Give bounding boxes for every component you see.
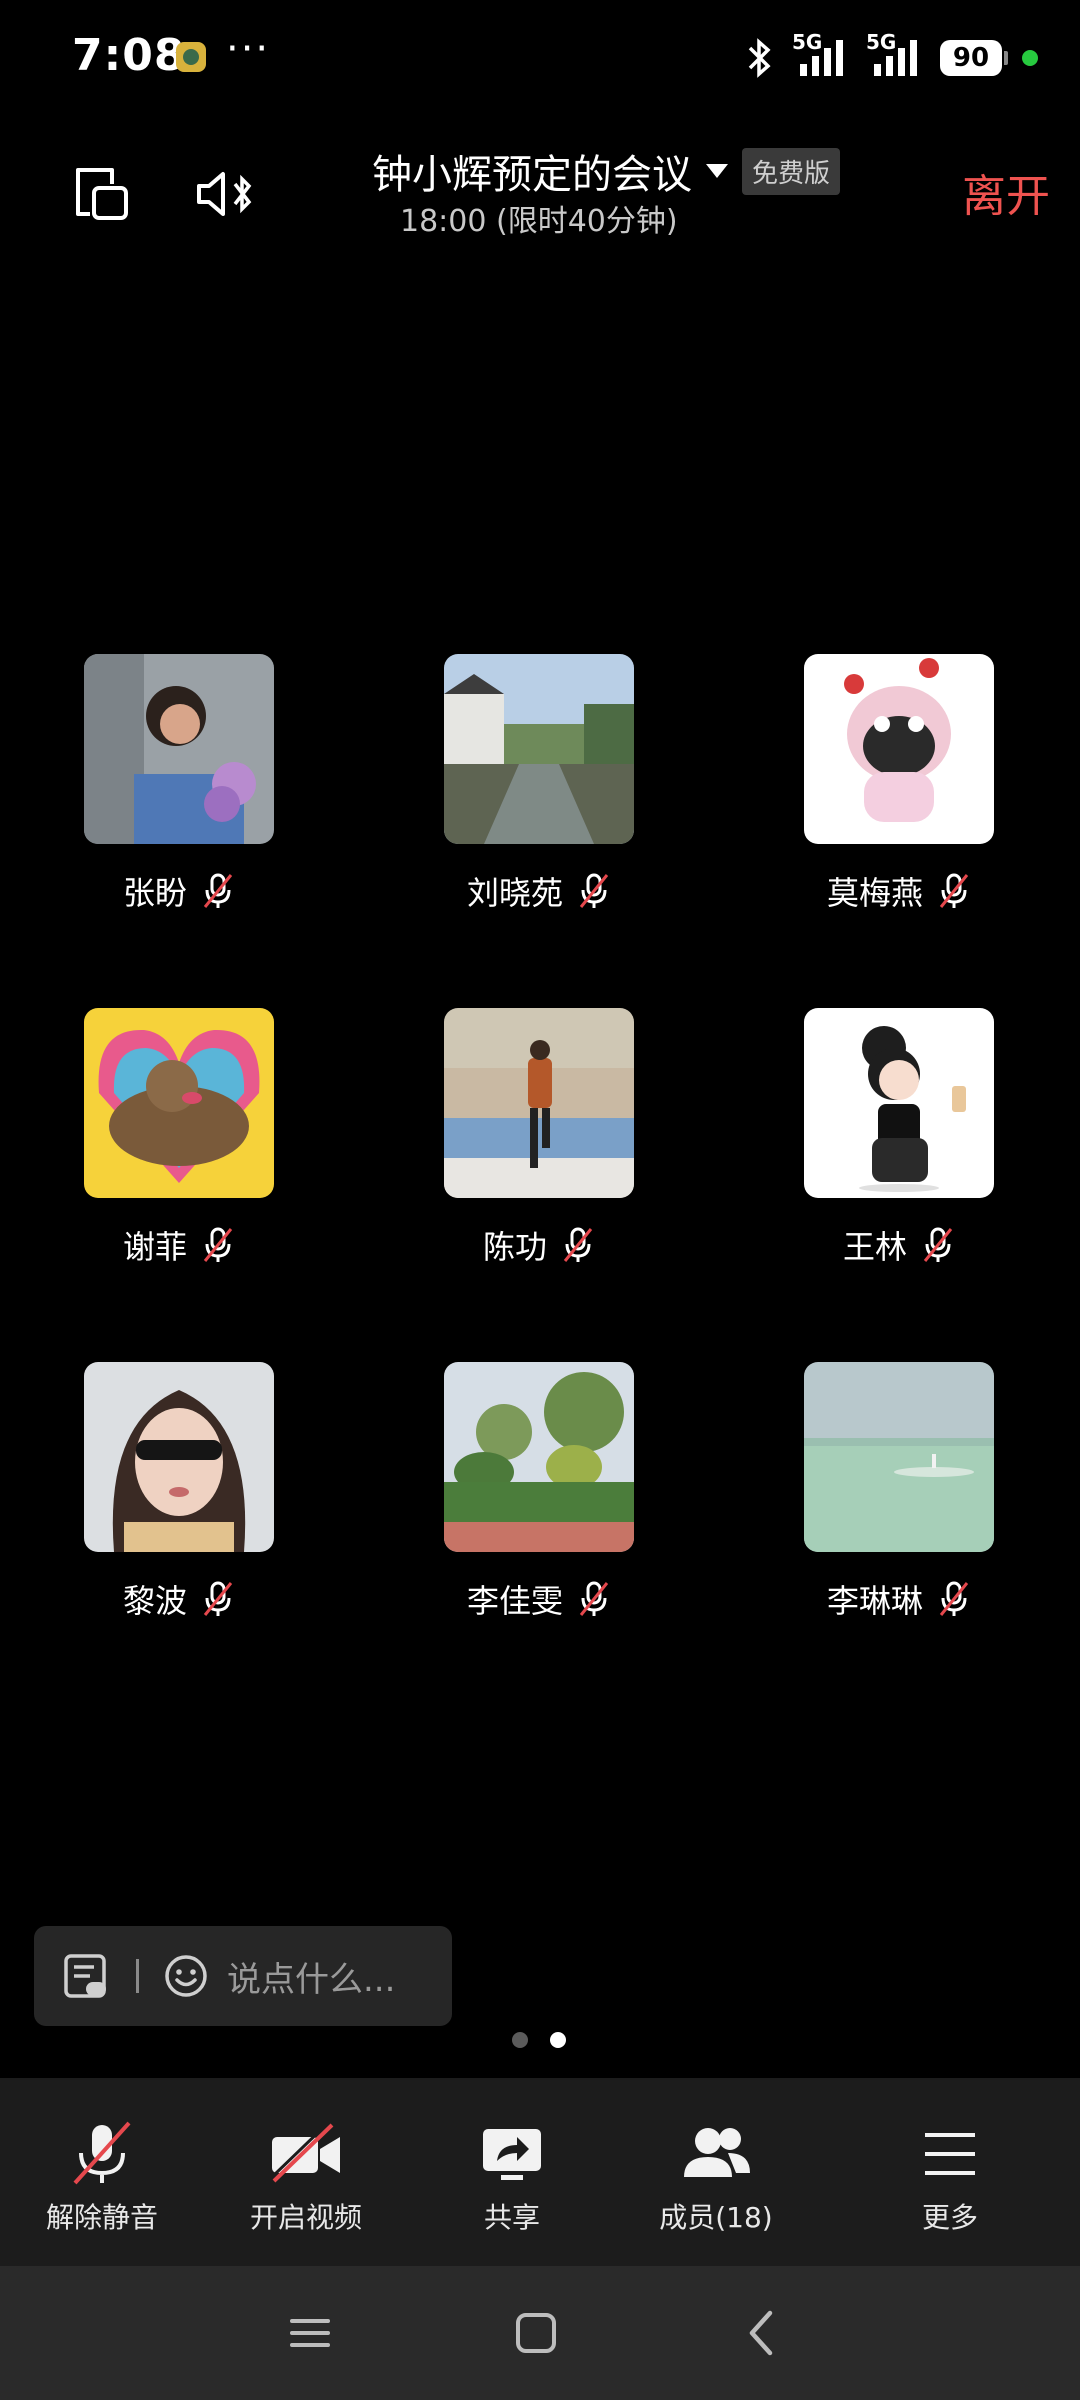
menu-icon	[925, 2133, 975, 2175]
participant-name: 刘晓苑	[466, 874, 563, 912]
start-video-label: 开启视频	[249, 2201, 362, 2234]
mic-muted-icon	[203, 1227, 233, 1262]
mic-muted-icon	[203, 1581, 233, 1616]
participant-tile[interactable]: 李佳雯	[402, 1362, 672, 1662]
unmute-label: 解除静音	[45, 2201, 158, 2234]
privacy-indicator-dot	[1022, 50, 1038, 66]
more-label: 更多	[921, 2201, 978, 2234]
more-notifications-icon: ···	[226, 26, 271, 72]
signal-5g-2-icon: 5G	[866, 30, 926, 80]
app-notification-icon	[176, 42, 206, 72]
participant-tile[interactable]: 陈功	[402, 1008, 672, 1308]
participant-tile[interactable]: 王林	[762, 1008, 1032, 1308]
floating-window-icon	[76, 168, 128, 220]
share-screen-icon	[483, 2129, 541, 2180]
participant-tile[interactable]: 刘晓苑	[402, 654, 672, 954]
avatar	[84, 1008, 274, 1198]
mic-muted-icon	[73, 2121, 131, 2185]
participant-name: 谢菲	[122, 1228, 187, 1266]
mic-muted-icon	[563, 1227, 593, 1262]
signal-5g-1-icon: 5G	[792, 30, 852, 80]
bluetooth-icon	[748, 38, 771, 78]
mic-muted-icon	[939, 873, 969, 908]
audio-output-button[interactable]	[186, 154, 266, 234]
battery-icon: 90	[940, 40, 1002, 76]
participant-name: 黎波	[122, 1582, 187, 1620]
avatar	[84, 654, 274, 844]
chat-divider	[136, 1959, 139, 1993]
battery-tip	[1004, 51, 1008, 65]
participant-name: 王林	[842, 1228, 907, 1266]
avatar	[444, 654, 634, 844]
participant-tile[interactable]: 张盼	[42, 654, 312, 954]
members-button[interactable]: 成员(18)	[626, 2118, 806, 2258]
meeting-time: 18:00 (限时40分钟)	[400, 204, 678, 239]
meeting-toolbar: 解除静音 开启视频 共享 成员(18) 更多	[0, 2078, 1080, 2266]
members-label: 成员(18)	[659, 2201, 773, 2234]
recent-apps-icon	[290, 2319, 330, 2347]
participant-tile[interactable]: 黎波	[42, 1362, 312, 1662]
switch-window-button[interactable]	[62, 154, 142, 234]
participant-tile[interactable]: 谢菲	[42, 1008, 312, 1308]
participant-name: 张盼	[122, 874, 187, 912]
participant-name: 陈功	[482, 1228, 547, 1266]
more-button[interactable]: 更多	[860, 2118, 1040, 2258]
participant-name: 李佳雯	[466, 1582, 563, 1620]
back-button[interactable]	[722, 2296, 802, 2370]
avatar	[804, 1362, 994, 1552]
home-icon	[516, 2313, 556, 2353]
mic-muted-icon	[203, 873, 233, 908]
participant-tile[interactable]: 李琳琳	[762, 1362, 1032, 1662]
status-time: 7:08	[72, 30, 186, 81]
plan-badge: 免费版	[742, 147, 841, 195]
mic-muted-icon	[939, 1581, 969, 1616]
share-button[interactable]: 共享	[422, 2118, 602, 2258]
avatar	[444, 1362, 634, 1552]
meeting-title-row[interactable]: 钟小辉预定的会议 免费版	[372, 142, 841, 200]
page-indicator	[512, 2032, 566, 2048]
share-label: 共享	[483, 2201, 540, 2234]
recent-apps-button[interactable]	[270, 2296, 350, 2370]
back-icon	[749, 2310, 773, 2356]
participant-name: 莫梅燕	[826, 874, 923, 912]
participant-tile[interactable]: 莫梅燕	[762, 654, 1032, 954]
chat-list-icon[interactable]	[60, 1950, 112, 2002]
avatar	[84, 1362, 274, 1552]
chevron-down-icon[interactable]	[706, 164, 728, 178]
members-icon	[684, 2128, 750, 2177]
chat-input-bar[interactable]: 说点什么...	[34, 1926, 452, 2026]
participant-name: 李琳琳	[826, 1582, 923, 1620]
mic-muted-icon	[923, 1227, 953, 1262]
video-off-icon	[270, 2119, 340, 2183]
home-button[interactable]	[496, 2296, 576, 2370]
emoji-icon[interactable]	[163, 1953, 209, 1999]
meeting-title[interactable]: 钟小辉预定的会议	[372, 142, 692, 200]
page-dot-active[interactable]	[550, 2032, 566, 2048]
meeting-header: 钟小辉预定的会议 免费版 18:00 (限时40分钟) 离开	[0, 118, 1080, 268]
leave-button[interactable]: 离开	[962, 160, 1050, 224]
avatar	[444, 1008, 634, 1198]
system-nav-bar	[0, 2266, 1080, 2400]
chat-placeholder[interactable]: 说点什么...	[227, 1952, 395, 2001]
speaker-bluetooth-icon	[197, 172, 252, 216]
avatar	[804, 1008, 994, 1198]
mic-muted-icon	[579, 1581, 609, 1616]
status-indicators: 5G 5G 90	[742, 30, 1038, 82]
status-bar: 7:08 ··· 5G 5G 90	[0, 0, 1080, 118]
page-dot[interactable]	[512, 2032, 528, 2048]
mic-muted-icon	[579, 873, 609, 908]
start-video-button[interactable]: 开启视频	[216, 2118, 396, 2258]
unmute-button[interactable]: 解除静音	[12, 2118, 192, 2258]
avatar	[804, 654, 994, 844]
